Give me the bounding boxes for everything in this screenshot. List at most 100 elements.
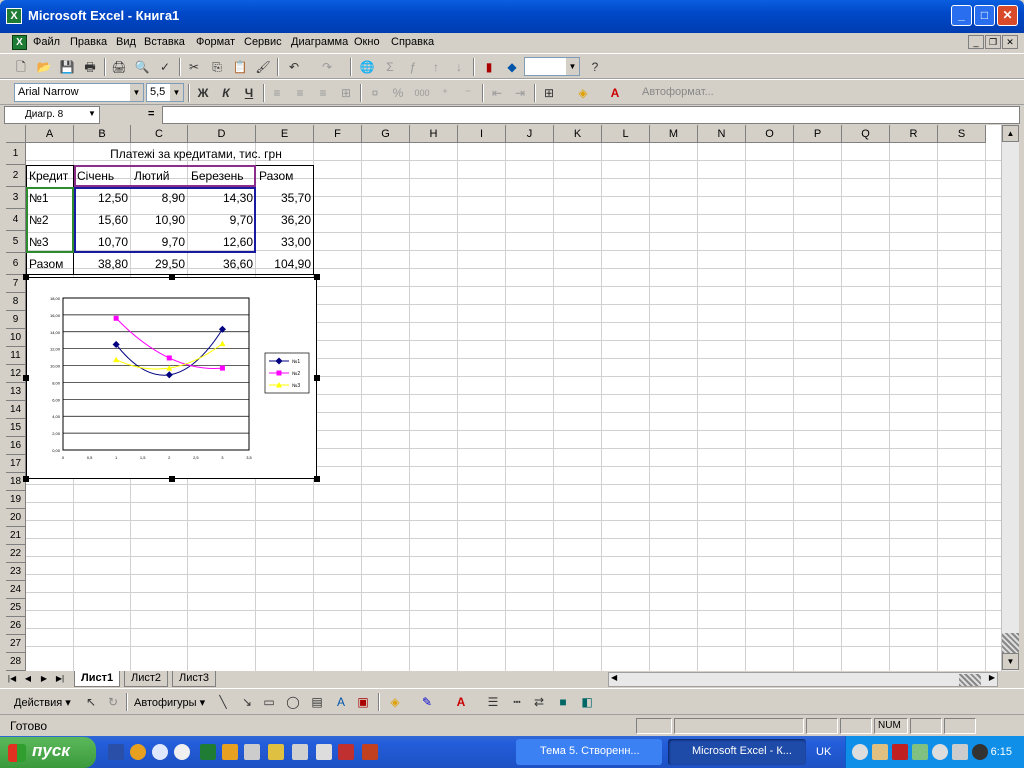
autoshapes-menu[interactable]: Автофигуры ▾ [134, 696, 205, 709]
menu-format[interactable]: Формат [196, 36, 235, 48]
row-header-6[interactable]: 6 [6, 253, 26, 275]
increase-indent-icon[interactable]: ⇥ [511, 84, 529, 102]
rectangle-icon[interactable]: ▭ [260, 693, 278, 711]
currency-icon[interactable]: ¤ [366, 84, 384, 102]
scroll-left-icon[interactable]: ◀ [611, 673, 617, 682]
doc-minimize-button[interactable]: _ [968, 35, 984, 49]
data-cell[interactable]: №2 [26, 209, 74, 231]
resize-handle[interactable] [23, 375, 29, 381]
row-header-14[interactable]: 14 [6, 401, 26, 419]
rotate-icon[interactable]: ↻ [104, 693, 122, 711]
data-cell[interactable]: 9,70 [131, 231, 188, 253]
row-header-10[interactable]: 10 [6, 329, 26, 347]
excel-icon[interactable]: X [6, 8, 22, 24]
tab-sheet1[interactable]: Лист1 [74, 671, 121, 687]
row-header-28[interactable]: 28 [6, 653, 26, 671]
data-cell[interactable]: 29,50 [131, 253, 188, 275]
chart-object[interactable]: 0,00 2,00 4,00 6,00 8,00 10,00 12,00 14,00 16,00… [23, 274, 320, 482]
data-cell[interactable]: 15,60 [74, 209, 131, 231]
menu-help[interactable]: Справка [391, 36, 434, 48]
drawing-icon[interactable]: ◆ [503, 58, 521, 76]
row-header-25[interactable]: 25 [6, 599, 26, 617]
next-sheet-icon[interactable]: ▶ [38, 672, 50, 686]
tool-icon[interactable] [268, 744, 284, 760]
column-header-c[interactable]: C [131, 125, 188, 143]
menu-view[interactable]: Вид [116, 36, 136, 48]
data-cell[interactable]: №1 [26, 187, 74, 209]
underline-button[interactable]: Ч [240, 84, 258, 102]
header-cell[interactable]: Кредит [26, 165, 74, 187]
hyperlink-icon[interactable]: 🌐 [358, 58, 376, 76]
copy-icon[interactable]: ⎘ [208, 58, 226, 76]
prev-sheet-icon[interactable]: ◀ [22, 672, 34, 686]
tray-icon[interactable] [852, 744, 868, 760]
first-sheet-icon[interactable]: |◀ [6, 672, 18, 686]
wordart-icon[interactable]: A [332, 693, 350, 711]
permission-icon[interactable]: 🖶 [81, 58, 99, 76]
arrow-icon[interactable]: ↘ [238, 693, 256, 711]
close-button[interactable]: ✕ [997, 5, 1018, 26]
tray-icon[interactable] [932, 744, 948, 760]
font-combo[interactable]: Arial Narrow ▼ [14, 83, 144, 102]
start-button[interactable]: пуск [0, 737, 96, 768]
resize-handle[interactable] [314, 274, 320, 280]
font-color-icon[interactable]: A [452, 693, 470, 711]
bold-button[interactable]: Ж [194, 84, 212, 102]
textbox-icon[interactable]: ▤ [308, 693, 326, 711]
program-icon[interactable] [362, 744, 378, 760]
data-cell[interactable]: 9,70 [188, 209, 256, 231]
row-header-3[interactable]: 3 [6, 187, 26, 209]
autoformat-button[interactable]: Автоформат... [642, 86, 714, 98]
data-cell[interactable]: №3 [26, 231, 74, 253]
doc-restore-button[interactable]: ❐ [985, 35, 1001, 49]
data-cell[interactable]: 36,60 [188, 253, 256, 275]
column-header-d[interactable]: D [188, 125, 256, 143]
column-header-l[interactable]: L [602, 125, 650, 143]
decrease-indent-icon[interactable]: ⇤ [488, 84, 506, 102]
data-cell[interactable]: 10,90 [131, 209, 188, 231]
document-icon[interactable]: X [12, 35, 27, 50]
cut-icon[interactable]: ✂ [185, 58, 203, 76]
resize-handle[interactable] [23, 274, 29, 280]
row-header-8[interactable]: 8 [6, 293, 26, 311]
new-icon[interactable]: 🗋 [12, 58, 30, 76]
resize-handle[interactable] [314, 476, 320, 482]
row-header-23[interactable]: 23 [6, 563, 26, 581]
tray-icon[interactable] [912, 744, 928, 760]
redo-icon[interactable]: ↷ [318, 58, 336, 76]
line-style-icon[interactable]: ☰ [484, 693, 502, 711]
ie-icon[interactable] [152, 744, 168, 760]
data-cell[interactable]: 38,80 [74, 253, 131, 275]
last-sheet-icon[interactable]: ▶| [54, 672, 66, 686]
row-header-9[interactable]: 9 [6, 311, 26, 329]
scroll-down-icon[interactable]: ▼ [1002, 653, 1019, 670]
line-color-icon[interactable]: ✎ [418, 693, 436, 711]
data-cell[interactable]: 35,70 [256, 187, 314, 209]
tray-icon[interactable] [872, 744, 888, 760]
column-header-q[interactable]: Q [842, 125, 890, 143]
column-header-j[interactable]: J [506, 125, 554, 143]
media-player-icon[interactable] [130, 744, 146, 760]
chevron-down-icon[interactable]: ▼ [88, 109, 96, 118]
clipart-icon[interactable]: ▣ [354, 693, 372, 711]
data-cell[interactable]: 14,30 [188, 187, 256, 209]
column-header-o[interactable]: O [746, 125, 794, 143]
column-header-s[interactable]: S [938, 125, 986, 143]
autosum-icon[interactable]: Σ [381, 58, 399, 76]
menu-edit[interactable]: Правка [70, 36, 107, 48]
data-cell[interactable]: 12,50 [74, 187, 131, 209]
settings-icon[interactable] [244, 744, 260, 760]
resize-handle[interactable] [169, 274, 175, 280]
fill-color-icon[interactable]: ◈ [574, 84, 592, 102]
row-header-26[interactable]: 26 [6, 617, 26, 635]
program-icon[interactable] [316, 744, 332, 760]
row-header-15[interactable]: 15 [6, 419, 26, 437]
print-icon[interactable]: 🖨 [110, 58, 128, 76]
scroll-thumb[interactable] [959, 674, 981, 686]
name-box[interactable]: Диагр. 8 [4, 106, 100, 124]
task-word-document[interactable]: Тема 5. Створенн... [516, 739, 662, 765]
resize-handle[interactable] [314, 375, 320, 381]
menu-insert[interactable]: Вставка [144, 36, 185, 48]
column-header-a[interactable]: A [26, 125, 74, 143]
word-icon[interactable] [108, 744, 124, 760]
